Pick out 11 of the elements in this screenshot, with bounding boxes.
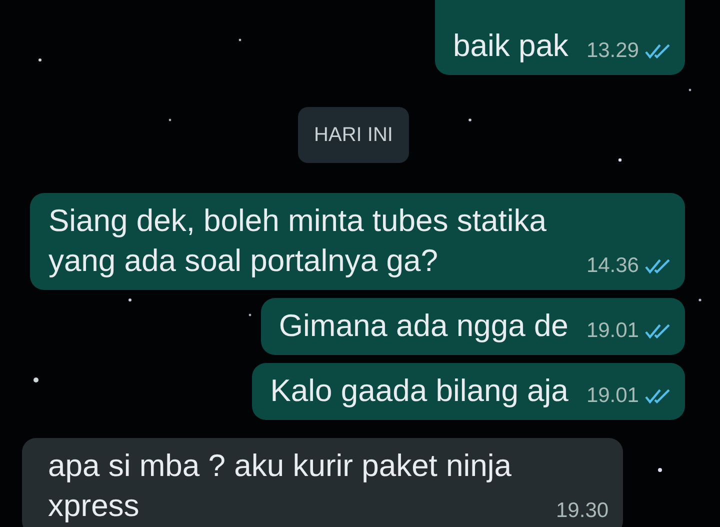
message-text: Kalo gaada bilang aja (270, 372, 568, 410)
message-text: Gimana ada ngga de (278, 307, 568, 345)
message-time: 13.29 (586, 38, 639, 64)
message-time: 19.01 (586, 318, 639, 344)
date-label: HARI INI (298, 107, 409, 163)
message-text: baik pak (452, 27, 568, 65)
message-time: 19.30 (556, 498, 609, 524)
message-text: apa si mba ? aku kurir paket ninja xpress (48, 447, 513, 525)
message-time: 14.36 (586, 253, 639, 279)
message-text: Siang dek, boleh minta tubes statika yang ada soal portalnya ga? (48, 202, 548, 280)
message-time: 19.01 (586, 383, 639, 409)
